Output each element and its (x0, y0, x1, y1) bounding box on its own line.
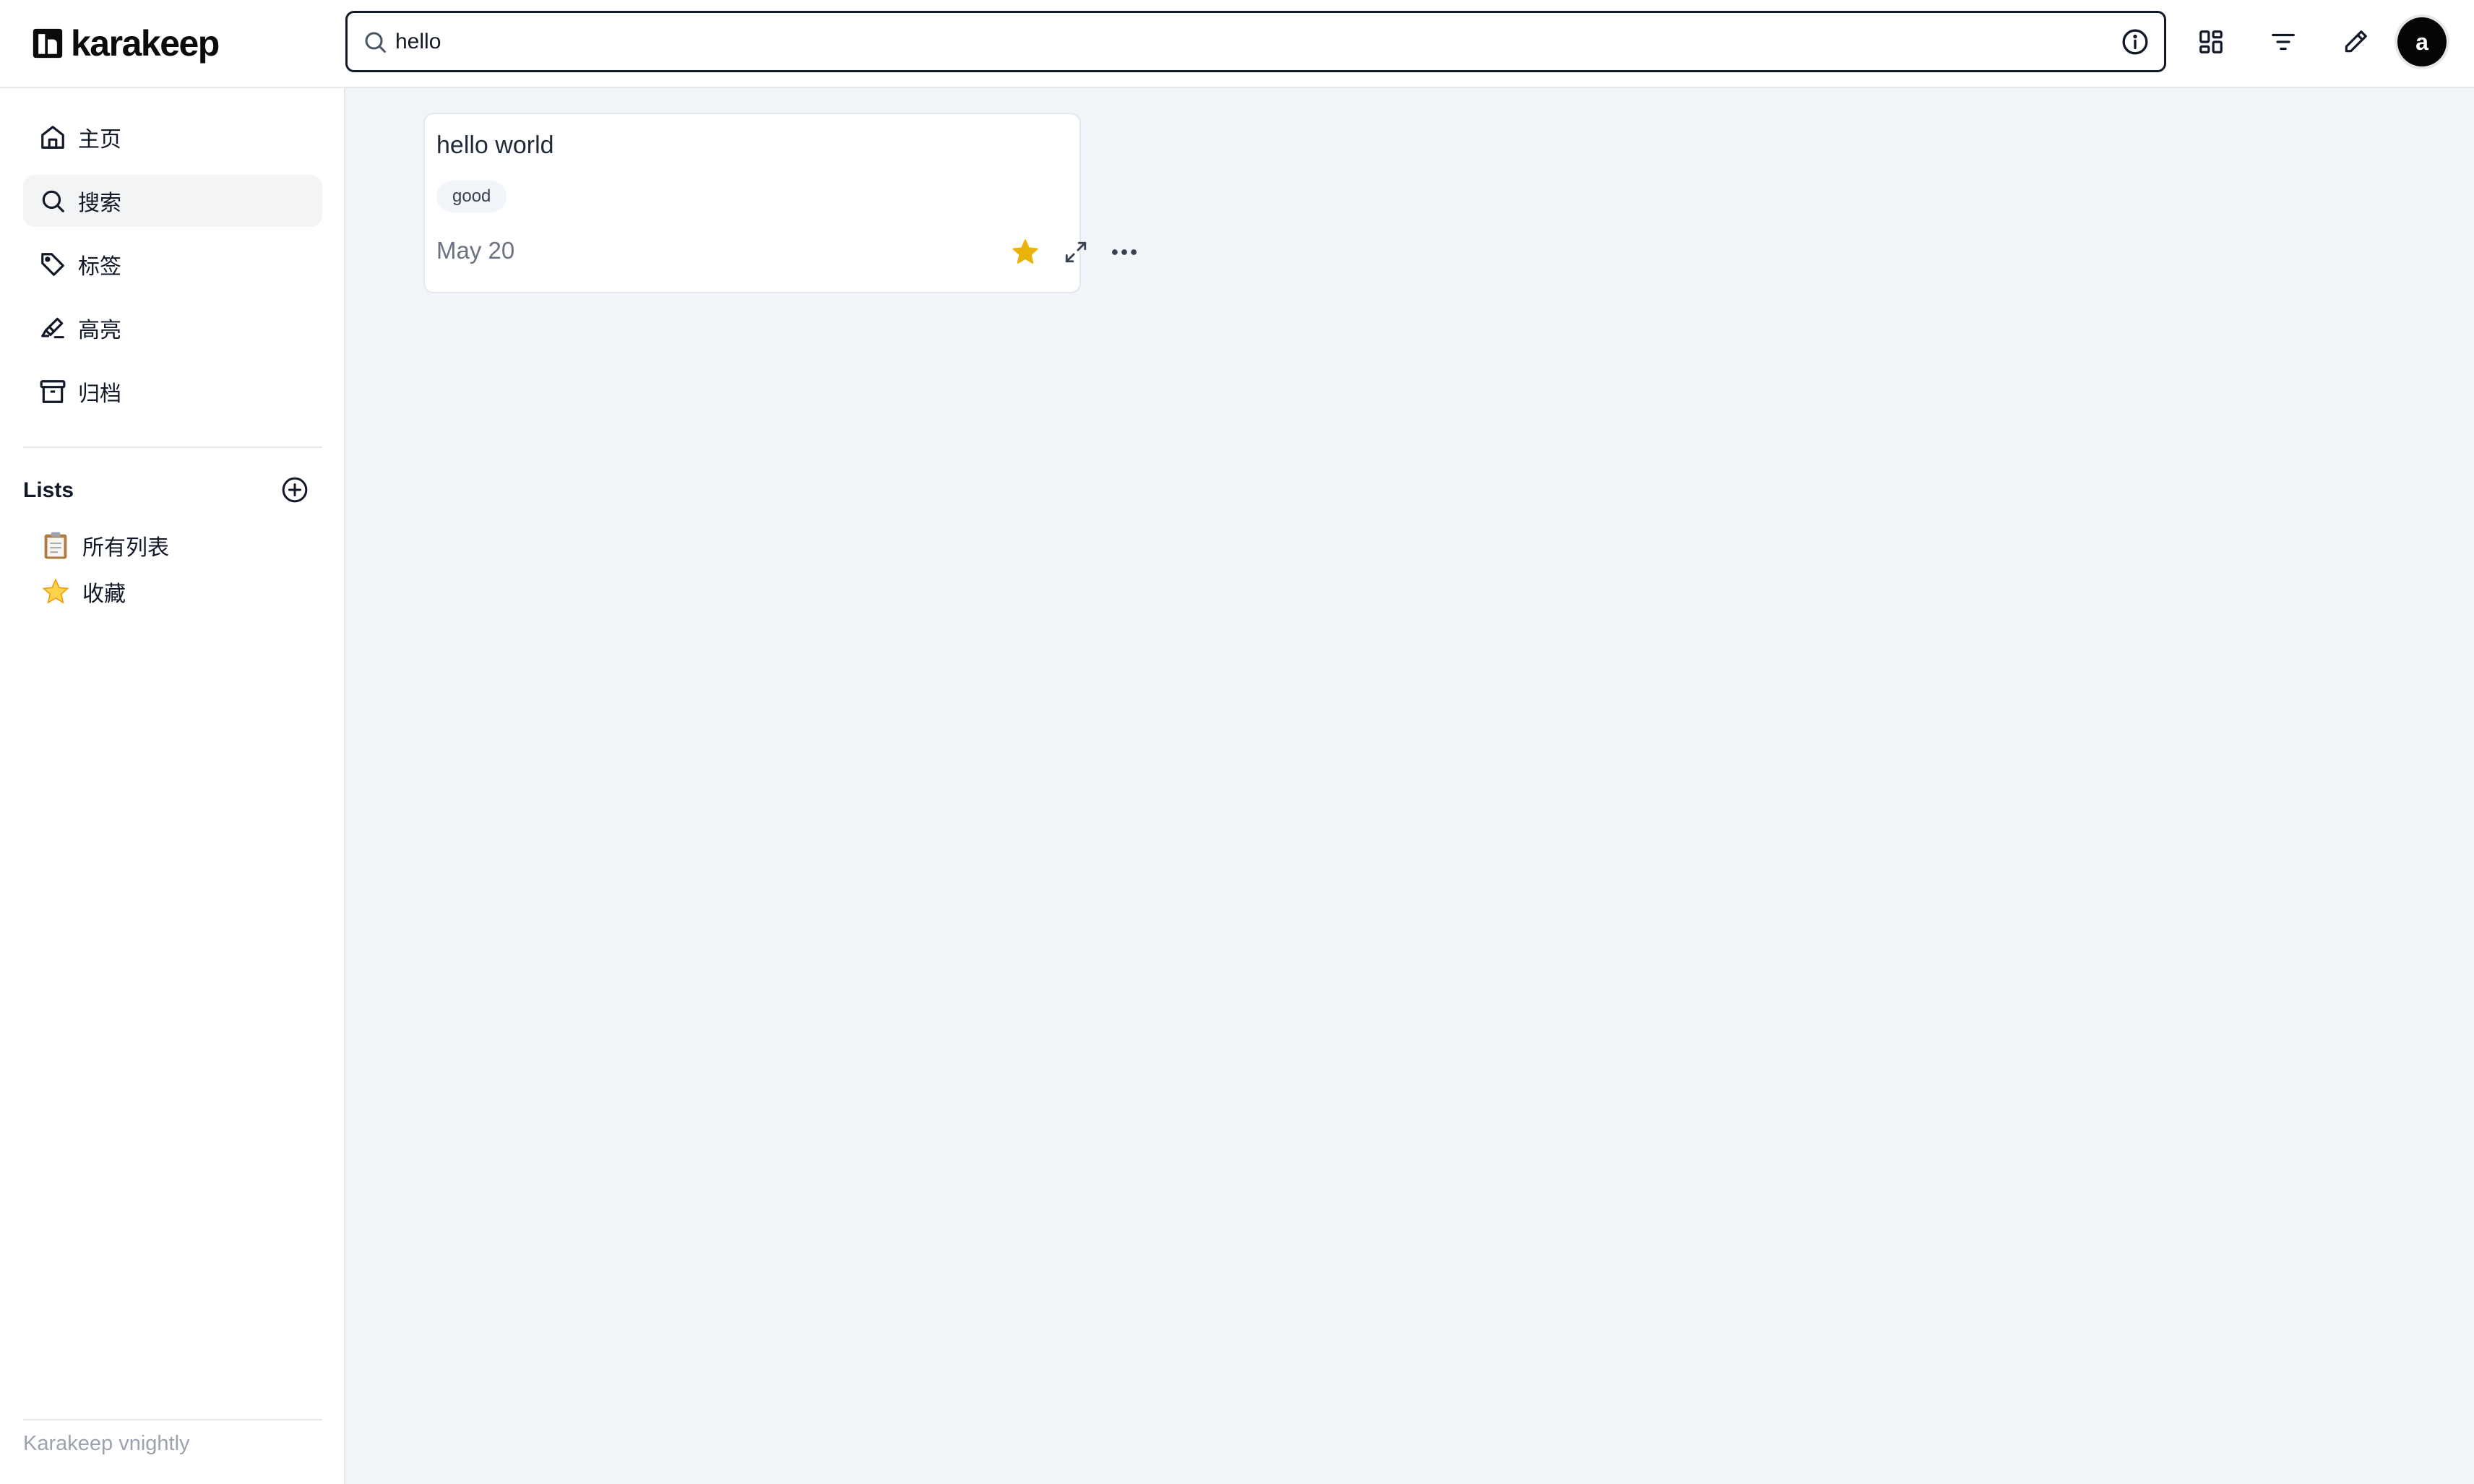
sidebar-item-highlights[interactable]: 高亮 (23, 302, 322, 354)
archive-icon (40, 380, 66, 403)
more-horizontal-icon (1112, 249, 1137, 255)
sidebar-footer-divider (23, 1419, 322, 1420)
add-list-button[interactable] (279, 474, 311, 506)
logo[interactable]: karakeep (32, 22, 220, 65)
sidebar: 主页 搜索 标签 高亮 归档 Lists 所有列表 收藏 Karakeep vn… (0, 88, 345, 1484)
star-filled-icon (1012, 239, 1038, 264)
pencil-icon (2345, 30, 2367, 53)
sidebar-item-label: 高亮 (78, 319, 121, 342)
user-avatar[interactable]: a (2397, 17, 2447, 66)
tag-icon (41, 253, 64, 276)
logo-icon (33, 28, 63, 59)
list-item-all-lists[interactable]: 所有列表 (39, 526, 169, 565)
info-icon[interactable] (2121, 27, 2150, 56)
more-options-button[interactable] (1103, 233, 1146, 272)
sidebar-item-label: 主页 (78, 128, 121, 152)
layout-toggle-button[interactable] (2189, 20, 2233, 64)
list-item-label: 收藏 (82, 582, 126, 606)
favourite-button[interactable] (1006, 233, 1045, 272)
bookmark-card[interactable]: hello world good May 20 (423, 113, 1137, 293)
top-bar: karakeep a (0, 0, 2474, 88)
lists-heading: Lists (23, 478, 74, 502)
search-icon (365, 32, 386, 53)
sidebar-item-label: 标签 (78, 255, 121, 279)
search-box[interactable] (345, 11, 2166, 72)
sidebar-item-home[interactable]: 主页 (23, 111, 322, 163)
tag-badge[interactable]: good (436, 181, 507, 212)
edit-mode-button[interactable] (2334, 20, 2377, 64)
layout-grid-icon (2199, 30, 2223, 53)
filter-lines-icon (2272, 33, 2295, 51)
list-item-favourites[interactable]: 收藏 (39, 572, 126, 611)
search-input[interactable] (395, 20, 2086, 64)
bookmark-title[interactable]: hello world (436, 131, 554, 160)
expand-button[interactable] (1056, 233, 1095, 272)
star-emoji-icon (39, 575, 72, 608)
bookmarks-grid: hello world good May 20 (345, 88, 2474, 1484)
list-item-label: 所有列表 (82, 536, 169, 560)
sidebar-item-label: 归档 (78, 382, 121, 406)
clipboard-emoji-icon (39, 529, 72, 562)
sidebar-item-archive[interactable]: 归档 (23, 366, 322, 418)
version-label: Karakeep vnightly (23, 1432, 190, 1455)
plus-circle-icon (282, 477, 308, 503)
sidebar-divider (23, 447, 322, 448)
logo-text: karakeep (71, 23, 220, 64)
sidebar-item-search[interactable]: 搜索 (23, 175, 322, 227)
expand-icon (1065, 241, 1087, 263)
app-window: karakeep a (0, 0, 2474, 1484)
sort-filter-button[interactable] (2262, 20, 2305, 64)
sidebar-item-label: 搜索 (78, 191, 121, 215)
highlighter-icon (41, 317, 64, 339)
sidebar-item-tags[interactable]: 标签 (23, 238, 322, 290)
search-icon (42, 190, 64, 212)
bookmark-date: May 20 (436, 237, 515, 264)
home-icon (41, 126, 64, 149)
